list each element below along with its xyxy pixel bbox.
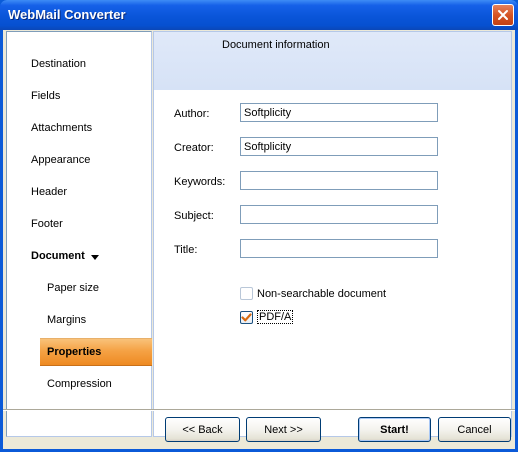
next-button[interactable]: Next >> (246, 417, 321, 442)
non-searchable-label: Non-searchable document (257, 287, 387, 300)
nav-item-label: Attachments (31, 122, 93, 134)
footer-divider (3, 409, 515, 411)
non-searchable-checkbox[interactable] (240, 287, 253, 300)
panel-header: Document information (154, 32, 511, 90)
nav-item-destination[interactable]: Destination (7, 50, 152, 78)
nav-item-properties[interactable]: Properties (40, 338, 152, 366)
start-button-label: Start! (380, 423, 409, 436)
settings-nav: Destination Fields Attachments Appearanc… (6, 31, 152, 437)
title-input[interactable] (240, 239, 438, 258)
back-button-label: << Back (182, 423, 223, 436)
subject-label: Subject: (174, 210, 214, 222)
close-icon (498, 10, 508, 20)
nav-item-footer[interactable]: Footer (7, 210, 152, 238)
nav-item-attachments[interactable]: Attachments (7, 114, 152, 142)
nav-item-paper-size[interactable]: Paper size (7, 274, 152, 302)
pdfa-label: PDF/A (257, 310, 294, 324)
next-button-label: Next >> (264, 423, 303, 436)
title-bar[interactable]: WebMail Converter (0, 0, 518, 30)
cancel-button-label: Cancel (457, 423, 492, 436)
title-label: Title: (174, 244, 198, 256)
back-button[interactable]: << Back (165, 417, 240, 442)
app-window: WebMail Converter Destination Fields Att… (0, 0, 518, 452)
nav-item-label: Properties (47, 346, 102, 358)
nav-item-label: Fields (31, 90, 61, 102)
nav-item-fields[interactable]: Fields (7, 82, 152, 110)
start-button[interactable]: Start! (358, 417, 431, 442)
nav-item-compression[interactable]: Compression (7, 370, 152, 398)
nav-item-document[interactable]: Document (7, 242, 152, 270)
nav-item-label: Margins (47, 314, 87, 326)
nav-item-label: Footer (31, 218, 63, 230)
dialog-body: Destination Fields Attachments Appearanc… (3, 30, 515, 449)
cancel-button[interactable]: Cancel (438, 417, 511, 442)
author-input[interactable] (240, 103, 438, 122)
properties-panel: Document information Author: Creator: Ke… (153, 31, 512, 437)
nav-item-appearance[interactable]: Appearance (7, 146, 152, 174)
pdfa-option[interactable]: PDF/A (240, 310, 294, 324)
nav-item-label: Header (31, 186, 68, 198)
window-title: WebMail Converter (8, 7, 126, 22)
nav-item-margins[interactable]: Margins (7, 306, 152, 334)
checkmark-icon (241, 312, 252, 321)
subject-input[interactable] (240, 205, 438, 224)
panel-title: Document information (222, 39, 330, 51)
author-label: Author: (174, 108, 210, 120)
keywords-input[interactable] (240, 171, 438, 190)
close-button[interactable] (492, 4, 514, 26)
non-searchable-option[interactable]: Non-searchable document (240, 287, 386, 300)
chevron-down-icon (90, 254, 99, 260)
nav-item-header[interactable]: Header (7, 178, 152, 206)
pdfa-checkbox[interactable] (240, 310, 253, 324)
nav-item-label: Appearance (31, 154, 91, 166)
keywords-label: Keywords: (174, 176, 226, 188)
nav-item-label: Destination (31, 58, 87, 70)
creator-label: Creator: (174, 142, 214, 154)
creator-input[interactable] (240, 137, 438, 156)
nav-item-label: Document (31, 250, 85, 262)
nav-item-label: Compression (47, 378, 112, 390)
nav-item-label: Paper size (47, 282, 99, 294)
